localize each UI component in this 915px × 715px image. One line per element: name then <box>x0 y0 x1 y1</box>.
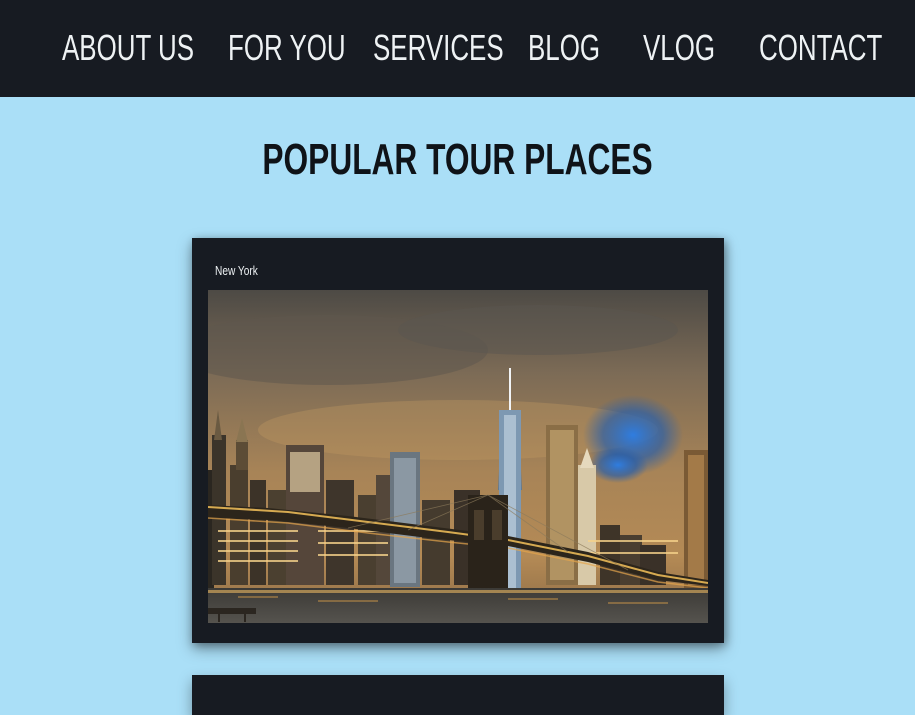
nav-item-contact[interactable]: CONTACT <box>759 26 882 70</box>
top-navigation: ABOUT US FOR YOU SERVICES BLOG VLOG CONT… <box>0 0 915 97</box>
page-title: POPULAR TOUR PLACES <box>262 135 653 184</box>
tour-place-card-next[interactable] <box>192 675 724 715</box>
tour-place-card[interactable]: New York <box>192 238 724 643</box>
card-caption: New York <box>215 263 258 278</box>
nav-item-services[interactable]: SERVICES <box>373 26 504 70</box>
nav-item-about-us[interactable]: ABOUT US <box>62 26 194 70</box>
nav-item-vlog[interactable]: VLOG <box>643 26 715 70</box>
new-york-photo[interactable] <box>208 290 708 623</box>
nav-item-for-you[interactable]: FOR YOU <box>228 26 346 70</box>
nav-item-blog[interactable]: BLOG <box>528 26 600 70</box>
